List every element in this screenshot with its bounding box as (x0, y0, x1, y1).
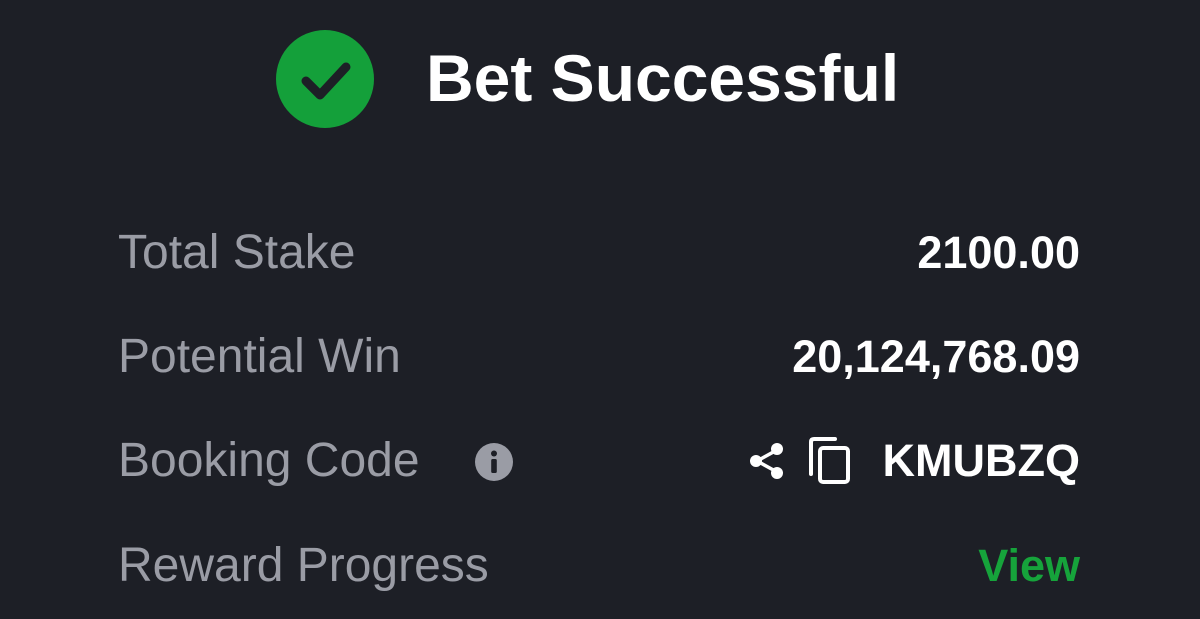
potential-win-value: 20,124,768.09 (792, 331, 1080, 382)
page-title: Bet Successful (426, 41, 900, 115)
booking-code-value[interactable]: KMUBZQ (883, 426, 1080, 496)
booking-code-row: Booking Code KMUBZQ (118, 426, 1080, 496)
total-stake-row: Total Stake 2100.00 (118, 218, 1080, 288)
copy-icon[interactable] (807, 436, 853, 486)
share-icon[interactable] (746, 440, 788, 482)
potential-win-label: Potential Win (118, 330, 401, 383)
total-stake-value: 2100.00 (917, 227, 1080, 278)
view-reward-progress-link[interactable]: View (978, 531, 1080, 601)
bet-success-header: Bet Successful (0, 0, 1200, 150)
total-stake-label: Total Stake (118, 226, 356, 279)
booking-code-label: Booking Code (118, 434, 420, 487)
reward-progress-row: Reward Progress View (118, 531, 1080, 601)
check-circle-icon (276, 30, 374, 128)
info-icon[interactable] (475, 443, 513, 481)
reward-progress-label: Reward Progress (118, 539, 489, 592)
potential-win-row: Potential Win 20,124,768.09 (118, 322, 1080, 392)
